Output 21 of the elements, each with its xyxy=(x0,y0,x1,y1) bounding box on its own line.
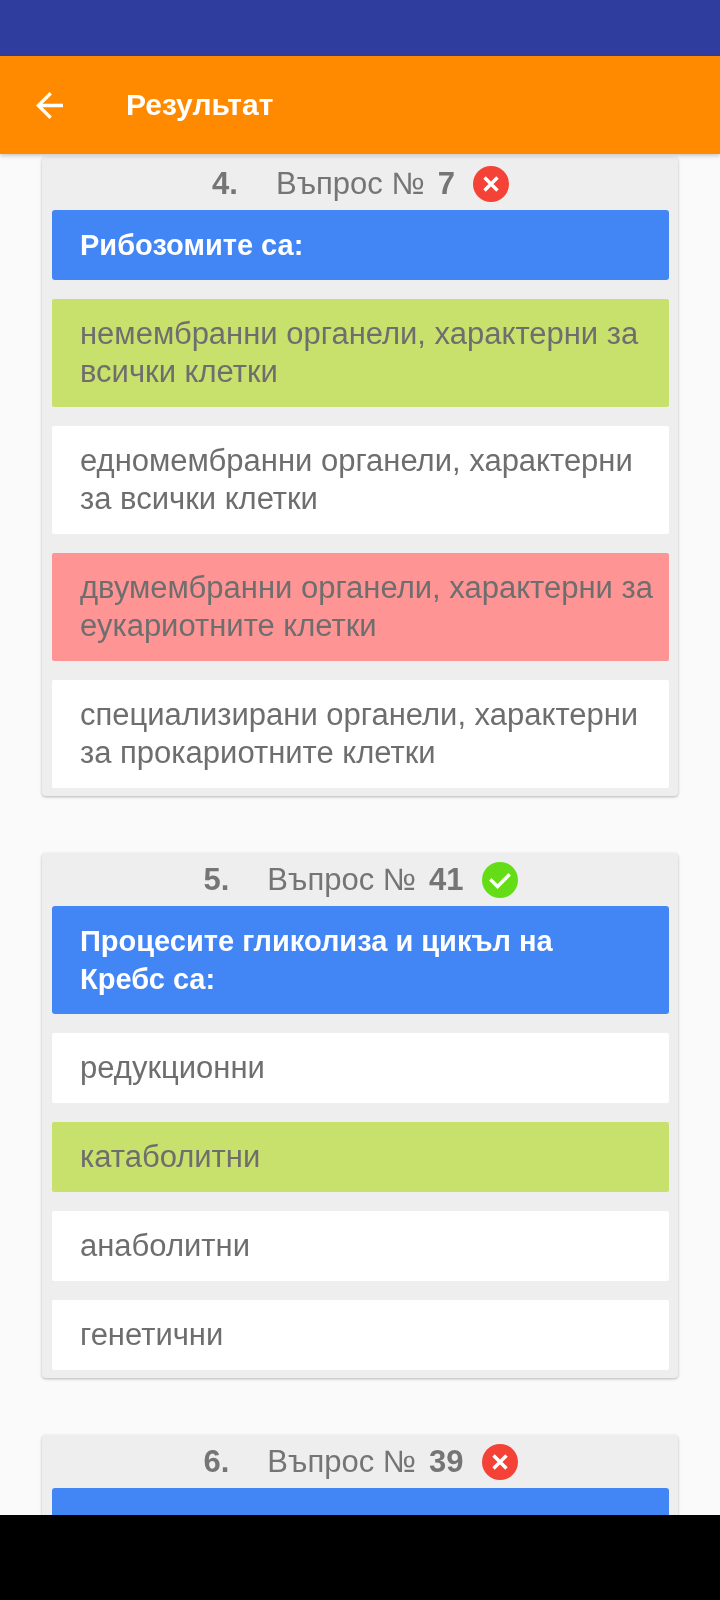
question-number: 39 xyxy=(429,1443,464,1480)
answer-option: генетични xyxy=(52,1300,669,1370)
answer-option: анаболитни xyxy=(52,1211,669,1281)
answer-option: двумембранни органели, характерни за еукариотните клетки xyxy=(52,553,669,661)
question-label: Въпрос № xyxy=(267,1443,417,1480)
answer-option: редукционни xyxy=(52,1033,669,1103)
question-index: 5. xyxy=(203,861,230,898)
question-number: 7 xyxy=(437,165,455,202)
screen-title: Результат xyxy=(126,88,274,122)
back-arrow-icon[interactable] xyxy=(36,91,63,119)
answer-option: катаболитни xyxy=(52,1122,669,1192)
answer-option: специализирани органели, характерни за прокариотните клетки xyxy=(52,680,669,788)
question-index: 6. xyxy=(203,1443,230,1480)
answer-option: едномембранни органели, характерни за всички клетки xyxy=(52,426,669,534)
answer-option: немембранни органели, характерни за всички клетки xyxy=(52,299,669,407)
question-text: Рибозомите са: xyxy=(52,210,669,280)
question-number: 41 xyxy=(429,861,464,898)
question-label: Въпрос № xyxy=(275,165,425,202)
question-label: Въпрос № xyxy=(267,861,417,898)
question-text: Процесите гликолиза и цикъл на Кребс са: xyxy=(52,906,669,1014)
question-index: 4. xyxy=(212,165,238,202)
